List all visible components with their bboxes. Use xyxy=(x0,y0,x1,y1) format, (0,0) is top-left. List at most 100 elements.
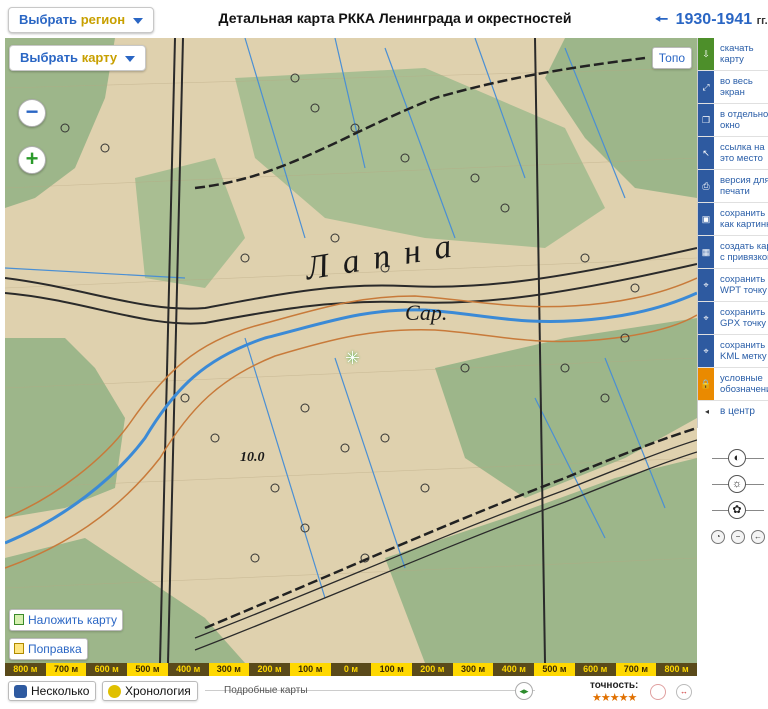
scale-segment: 500 м xyxy=(127,663,168,676)
color-slider[interactable]: ✿ xyxy=(712,501,764,519)
region-select-highlight: регион xyxy=(80,12,126,27)
period-selector[interactable]: 🠔 1930-1941 гг. xyxy=(655,9,768,34)
chronology-icon xyxy=(108,685,121,698)
tool-save-image[interactable]: ▣ сохранить как картинк xyxy=(698,203,768,236)
chevron-down-icon xyxy=(124,55,135,62)
legend-icon: 🔒 xyxy=(698,368,714,400)
scale-segment: 500 м xyxy=(534,663,575,676)
detail-maps-label: Подробные карты xyxy=(224,685,308,696)
tool-save-wpt[interactable]: ⌖ сохранить WPT точку xyxy=(698,269,768,302)
tool-save-gpx[interactable]: ⌖ сохранить GPX точку xyxy=(698,302,768,335)
tool-label: KML метку xyxy=(720,351,767,362)
new-window-icon: ❐ xyxy=(698,104,714,136)
multiple-maps-icon xyxy=(14,685,27,698)
print-icon: ⎙ xyxy=(698,170,714,202)
tool-download-map[interactable]: ⇩ скачать карту xyxy=(698,38,768,71)
map-view[interactable]: Лапна Сар. 10.0 ✳ Выбрать карту Топо − +… xyxy=(5,38,697,663)
plus-icon: + xyxy=(25,146,39,171)
tool-label: GPX точку xyxy=(720,318,766,329)
palette-icon[interactable]: ✿ xyxy=(728,501,746,519)
tool-fullscreen[interactable]: ⤢ во весь экран xyxy=(698,71,768,104)
correction-icon xyxy=(14,643,24,654)
right-tools-panel: ⇩ скачать карту ⤢ во весь экран ❐ в отдель… xyxy=(697,38,768,428)
tool-label: сохранить xyxy=(720,340,766,351)
tool-label: ссылка на xyxy=(720,142,765,153)
fullscreen-icon: ⤢ xyxy=(698,71,714,103)
arrow-left-icon[interactable]: 🠔 xyxy=(655,11,668,28)
detail-maps-slider-knob[interactable]: ◂▸ xyxy=(515,682,533,700)
accuracy-label: точность: xyxy=(590,680,639,691)
region-select-button[interactable]: Выбрать регион xyxy=(8,7,154,33)
save-image-icon: ▣ xyxy=(698,203,714,235)
map-select-highlight: карту xyxy=(81,50,118,65)
contrast-slider[interactable]: ◐ xyxy=(712,449,764,467)
scale-segment: 0 м xyxy=(330,663,372,676)
overlay-map-label: Наложить карту xyxy=(28,613,118,627)
map-select-button[interactable]: Выбрать карту xyxy=(9,45,146,71)
topo-button[interactable]: Топо xyxy=(651,47,692,69)
tool-new-window[interactable]: ❐ в отдельно окно xyxy=(698,104,768,137)
scale-segment: 800 м xyxy=(656,663,697,676)
link-icon: ↖ xyxy=(698,137,714,169)
scale-segment: 600 м xyxy=(86,663,128,676)
minus-icon: − xyxy=(25,99,39,124)
brightness-slider[interactable]: ☼ xyxy=(712,475,764,493)
scale-segment: 200 м xyxy=(249,663,290,676)
contrast-icon[interactable]: ◐ xyxy=(728,449,746,467)
tool-label: версия для xyxy=(720,175,768,186)
scale-segment: 400 м xyxy=(167,663,209,676)
back-arrow-icon[interactable]: ← xyxy=(751,530,765,544)
tool-label: с привязкой xyxy=(720,252,768,263)
tool-label: WPT точку xyxy=(720,285,767,296)
center-link-label: в центр xyxy=(720,406,755,417)
scale-segment: 700 м xyxy=(615,663,657,676)
tool-georef-map[interactable]: ▦ создать картс привязкой xyxy=(698,236,768,269)
reset-adjust-icon[interactable]: ◔ xyxy=(711,530,725,544)
accuracy-stars: ★★★★★ xyxy=(592,692,637,704)
several-maps-button[interactable]: Несколько xyxy=(8,681,97,701)
scale-segment: 100 м xyxy=(289,663,331,676)
page-title: Детальная карта РККА Ленинграда и окрест… xyxy=(218,10,572,26)
layers-icon xyxy=(14,614,24,625)
tool-label: печати xyxy=(720,186,750,197)
chronology-label: Хронология xyxy=(125,684,191,698)
overlay-map-button[interactable]: Наложить карту xyxy=(9,609,124,631)
tool-label: условные xyxy=(720,373,763,384)
tool-label: создать карт xyxy=(720,241,768,252)
brightness-icon[interactable]: ☼ xyxy=(728,475,746,493)
tool-legend[interactable]: 🔒 условные обозначени xyxy=(698,368,768,401)
center-link[interactable]: ◂ в центр xyxy=(698,401,768,423)
tool-label: во весь xyxy=(720,76,753,87)
region-select-prefix: Выбрать xyxy=(19,12,78,27)
arrows-left-right-icon: ◂▸ xyxy=(519,686,529,696)
correction-label: Поправка xyxy=(28,642,82,656)
tool-print[interactable]: ⎙ версия для печати xyxy=(698,170,768,203)
center-marker-icon: ✳ xyxy=(345,348,361,368)
kml-icon: ⌖ xyxy=(698,335,714,367)
georef-icon: ▦ xyxy=(698,236,714,268)
wpt-icon: ⌖ xyxy=(698,269,714,301)
scale-bar: 800 м 700 м 600 м 500 м 400 м 300 м 200 … xyxy=(5,663,697,676)
record-icon[interactable] xyxy=(650,684,666,700)
correction-button[interactable]: Поправка xyxy=(9,638,88,660)
zoom-in-button[interactable]: + xyxy=(18,146,46,174)
tool-label: в отдельно xyxy=(720,109,768,120)
period-years: 1930-1941 xyxy=(675,11,753,28)
tool-link[interactable]: ↖ ссылка на это место xyxy=(698,137,768,170)
chronology-button[interactable]: Хронология xyxy=(102,681,198,701)
zoom-out-button[interactable]: − xyxy=(18,99,46,127)
scale-segment: 100 м xyxy=(371,663,413,676)
tool-label: сохранить xyxy=(720,208,766,219)
several-maps-label: Несколько xyxy=(31,684,90,698)
scale-segment: 300 м xyxy=(208,663,250,676)
minus-circle-icon[interactable]: − xyxy=(731,530,745,544)
chevron-left-icon: ◂ xyxy=(705,407,710,416)
scale-segment: 800 м xyxy=(5,663,46,676)
tool-label: сохранить xyxy=(720,307,766,318)
tool-save-kml[interactable]: ⌖ сохранить KML метку xyxy=(698,335,768,368)
measure-icon[interactable]: ↔ xyxy=(676,684,692,700)
header: Выбрать регион Детальная карта РККА Лени… xyxy=(0,0,768,38)
scale-segment: 600 м xyxy=(574,663,616,676)
tool-label: обозначени xyxy=(720,384,768,395)
map-select-prefix: Выбрать xyxy=(20,50,79,65)
